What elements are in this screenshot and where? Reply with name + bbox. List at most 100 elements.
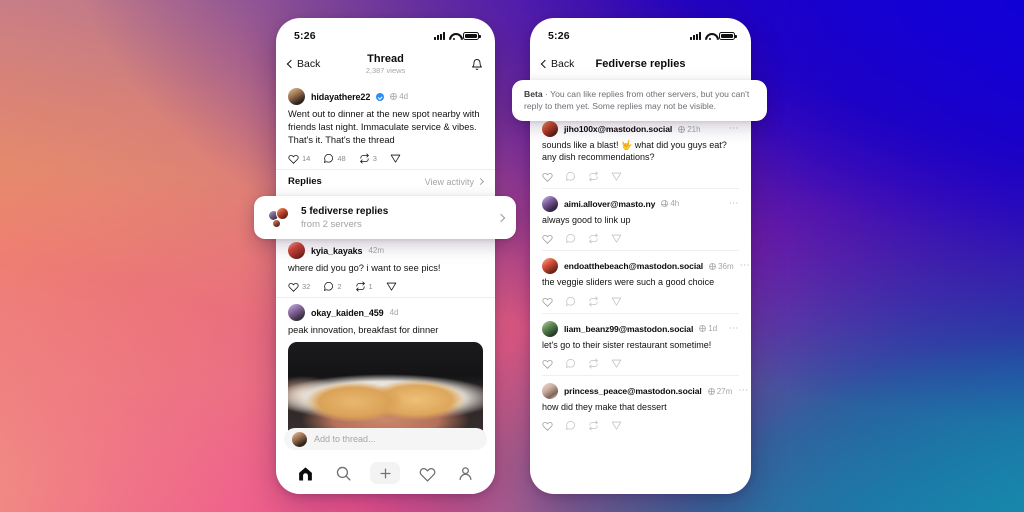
- status-clock: 5:26: [294, 30, 316, 42]
- view-activity-label: View activity: [424, 176, 474, 187]
- like-action[interactable]: 14: [288, 153, 310, 164]
- comment-icon[interactable]: [565, 233, 576, 244]
- tab-search[interactable]: [332, 462, 354, 484]
- comment-icon[interactable]: [565, 420, 576, 431]
- beta-text: You can like replies from other servers,…: [524, 89, 750, 112]
- fediverse-reply-item[interactable]: princess_peace@mastodon.social 27m ⋯ how…: [530, 376, 751, 437]
- battery-full-icon: [463, 32, 481, 40]
- back-button[interactable]: Back: [540, 58, 574, 70]
- reply-meta: 4h: [661, 199, 679, 208]
- reply-item[interactable]: kyia_kayaks 42m where did you go? i want…: [276, 238, 495, 297]
- heart-icon[interactable]: [542, 233, 553, 244]
- reply-header: jiho100x@mastodon.social 21h ⋯: [542, 121, 739, 137]
- fediverse-reply-item[interactable]: endoatthebeach@mastodon.social 36m ⋯ the…: [530, 251, 751, 312]
- share-action[interactable]: [386, 281, 397, 292]
- back-button[interactable]: Back: [286, 58, 320, 70]
- reply-timestamp: 21h: [687, 124, 701, 134]
- tab-profile[interactable]: [455, 462, 477, 484]
- avatar[interactable]: [288, 304, 305, 321]
- globe-icon: [709, 262, 717, 270]
- tab-home[interactable]: [294, 462, 316, 484]
- post-meta: 4d: [390, 92, 408, 101]
- avatar[interactable]: [288, 88, 305, 105]
- beta-info-banner: Beta · You can like replies from other s…: [512, 80, 767, 122]
- fediverse-reply-item[interactable]: liam_beanz99@mastodon.social 1d ⋯ let's …: [530, 314, 751, 375]
- comment-icon[interactable]: [565, 296, 576, 307]
- avatar[interactable]: [542, 320, 558, 337]
- comment-action[interactable]: 48: [323, 153, 346, 164]
- share-icon[interactable]: [611, 296, 622, 307]
- avatar[interactable]: [288, 242, 305, 259]
- attachment-image-waffle-sandwich[interactable]: [288, 342, 483, 442]
- main-post[interactable]: hidayathere22 4d Went out to dinner at t…: [276, 82, 495, 169]
- heart-icon[interactable]: [542, 420, 553, 432]
- comment-action[interactable]: 2: [323, 281, 342, 292]
- heart-icon[interactable]: [542, 171, 553, 182]
- beta-separator: ·: [542, 89, 551, 99]
- avatar[interactable]: [542, 383, 558, 400]
- post-username[interactable]: hidayathere22: [311, 92, 370, 102]
- more-options-icon[interactable]: ⋯: [729, 198, 740, 208]
- repost-count: 3: [372, 154, 377, 163]
- reply-username[interactable]: okay_kaiden_459: [311, 308, 384, 318]
- fediverse-reply-item[interactable]: jiho100x@mastodon.social 21h ⋯ sounds li…: [530, 114, 751, 188]
- heart-icon[interactable]: [542, 296, 553, 307]
- composer-bar[interactable]: Add to thread...: [284, 428, 487, 450]
- reply-username[interactable]: kyia_kayaks: [311, 246, 363, 256]
- phone-left-thread-screen: 5:26 Back Thread 2,387 views hidayathere…: [276, 18, 495, 494]
- comment-icon[interactable]: [565, 171, 576, 182]
- heart-icon[interactable]: [542, 358, 553, 369]
- reply-item[interactable]: okay_kaiden_459 4d peak innovation, brea…: [276, 298, 495, 447]
- avatar[interactable]: [542, 195, 558, 212]
- avatar[interactable]: [542, 121, 558, 137]
- replies-label: Replies: [288, 176, 322, 187]
- reply-username[interactable]: aimi.allover@masto.ny: [564, 199, 655, 209]
- share-action[interactable]: [390, 153, 401, 164]
- repost-icon[interactable]: [588, 171, 599, 182]
- share-icon[interactable]: [611, 420, 622, 431]
- beta-label: Beta: [524, 89, 543, 99]
- avatar: [272, 218, 281, 228]
- avatar[interactable]: [542, 258, 558, 275]
- reply-header: kyia_kayaks 42m: [288, 242, 483, 259]
- avatar: [276, 206, 289, 220]
- chevron-right-icon: [476, 177, 485, 186]
- reply-username[interactable]: endoatthebeach@mastodon.social: [564, 261, 703, 271]
- comment-icon[interactable]: [565, 358, 576, 369]
- reply-header: princess_peace@mastodon.social 27m ⋯: [542, 383, 748, 400]
- share-icon[interactable]: [611, 358, 622, 369]
- nav-bar: Back Thread 2,387 views: [276, 48, 495, 82]
- wifi-icon: [449, 32, 459, 41]
- share-icon[interactable]: [611, 171, 622, 182]
- bell-icon[interactable]: [471, 58, 483, 71]
- repost-action[interactable]: 1: [355, 281, 373, 292]
- view-activity-button[interactable]: View activity: [424, 176, 485, 187]
- reply-timestamp: 1d: [708, 324, 718, 334]
- repost-icon[interactable]: [588, 420, 599, 431]
- like-action[interactable]: 32: [288, 281, 310, 292]
- like-count: 32: [302, 282, 311, 291]
- reply-username[interactable]: liam_beanz99@mastodon.social: [564, 324, 693, 334]
- reply-text: the veggie sliders were such a good choi…: [542, 277, 715, 288]
- repost-icon[interactable]: [588, 358, 599, 369]
- reply-meta: 1d: [699, 324, 717, 333]
- status-bar: 5:26: [530, 18, 751, 48]
- chevron-right-icon: [496, 213, 506, 222]
- more-options-icon[interactable]: ⋯: [738, 386, 749, 396]
- repost-action[interactable]: 3: [359, 153, 377, 164]
- tab-create[interactable]: [370, 462, 401, 484]
- reply-actions: 32 2 1: [288, 281, 483, 292]
- more-options-icon[interactable]: ⋯: [729, 124, 740, 134]
- reply-username[interactable]: jiho100x@mastodon.social: [564, 124, 672, 134]
- reply-username[interactable]: princess_peace@mastodon.social: [564, 386, 702, 396]
- more-options-icon[interactable]: ⋯: [740, 261, 751, 271]
- repost-icon[interactable]: [588, 233, 599, 244]
- fediverse-reply-item[interactable]: aimi.allover@masto.ny 4h ⋯ always good t…: [530, 189, 751, 250]
- repost-icon[interactable]: [588, 296, 599, 307]
- reply-timestamp: 4d: [389, 308, 399, 317]
- tab-activity[interactable]: [417, 462, 439, 484]
- more-options-icon[interactable]: ⋯: [729, 323, 740, 333]
- fediverse-replies-card[interactable]: 5 fediverse replies from 2 servers: [254, 196, 516, 239]
- share-icon[interactable]: [611, 233, 622, 244]
- repost-icon: [355, 281, 366, 292]
